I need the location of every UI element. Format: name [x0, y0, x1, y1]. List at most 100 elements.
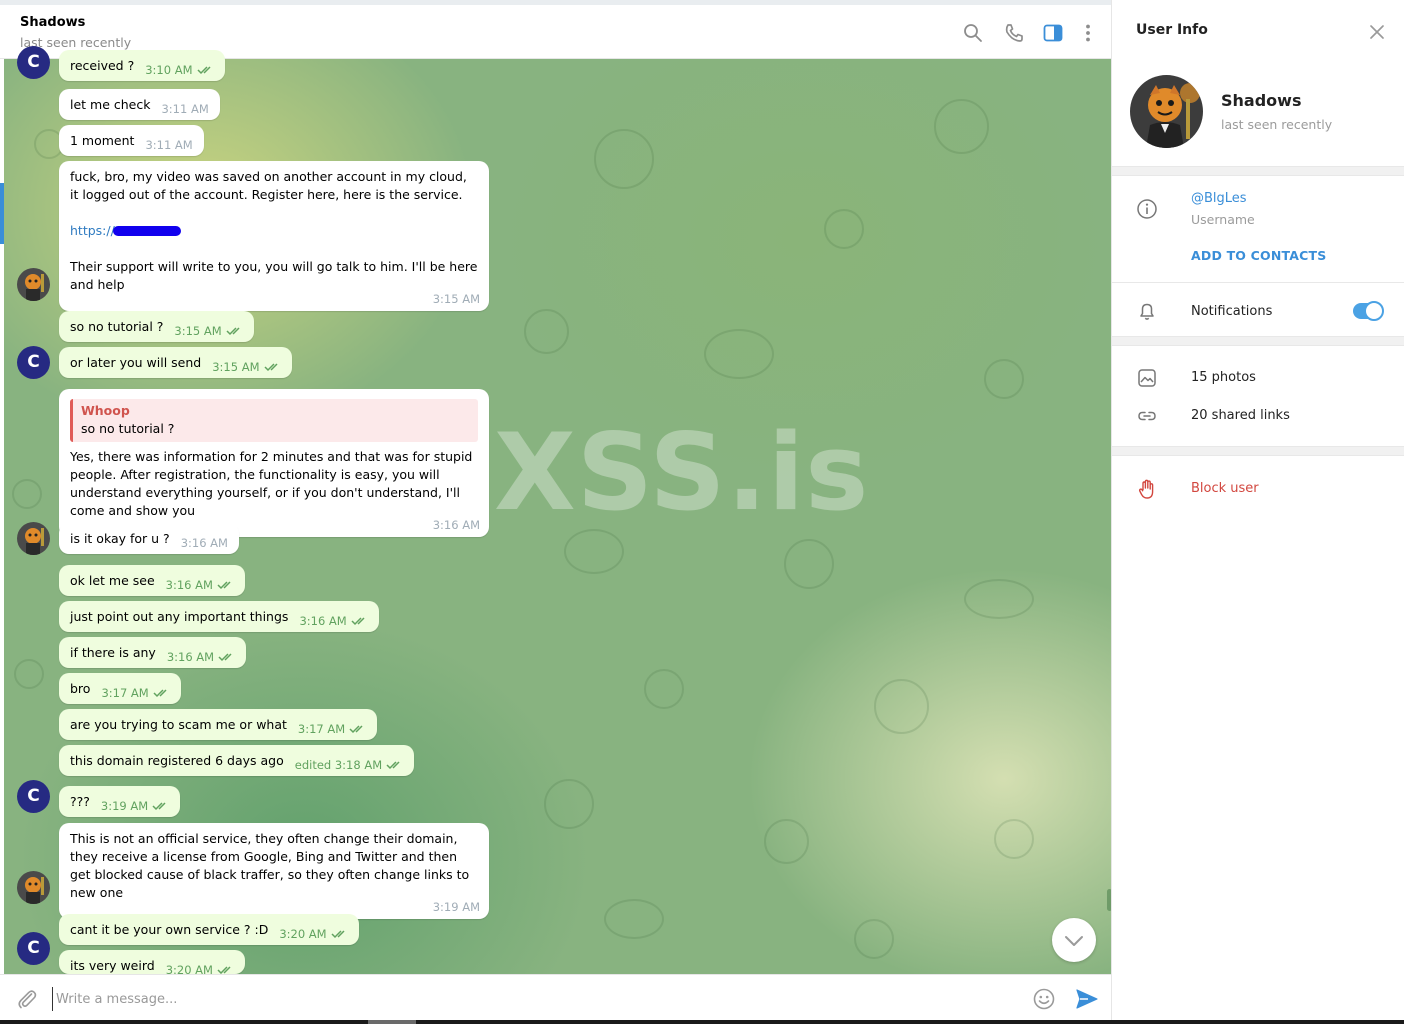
message-time: 3:16 AM	[299, 612, 367, 630]
notifications-toggle[interactable]	[1353, 301, 1384, 321]
message-bubble[interactable]: This is not an official service, they of…	[59, 823, 489, 919]
message-text: this domain registered 6 days ago	[70, 753, 284, 768]
message-link[interactable]: https://	[70, 222, 478, 240]
taskbar-thumb	[368, 1020, 416, 1024]
message-bubble[interactable]: so no tutorial ? 3:15 AM	[59, 311, 254, 342]
message-bubble[interactable]: its very weird 3:20 AM	[59, 950, 245, 974]
message-bubble[interactable]: received ? 3:10 AM	[59, 50, 225, 81]
double-check-icon	[196, 66, 211, 75]
message-time: 3:11 AM	[145, 138, 193, 152]
avatar[interactable]	[17, 871, 50, 904]
panel-title: User Info	[1136, 22, 1208, 38]
message-bubble[interactable]: if there is any 3:16 AM	[59, 637, 247, 668]
message-text: if there is any	[70, 645, 156, 660]
message-bubble[interactable]: Whoop so no tutorial ? Yes, there was in…	[59, 389, 489, 537]
section-divider	[1112, 336, 1404, 346]
message-time: 3:16 AM	[166, 576, 234, 594]
message-text: ok let me see	[70, 573, 155, 588]
message-time: 3:20 AM	[166, 961, 234, 974]
profile-name: Shadows	[1221, 91, 1302, 110]
avatar[interactable]: C	[17, 780, 50, 813]
message-time: 3:19 AM	[432, 900, 480, 914]
username-label: Username	[1191, 212, 1255, 227]
add-to-contacts-button[interactable]: ADD TO CONTACTS	[1191, 248, 1326, 263]
message-text: received ?	[70, 58, 135, 73]
message-bubble[interactable]: bro 3:17 AM	[59, 673, 181, 704]
message-bubble[interactable]: are you trying to scam me or what 3:17 AM	[59, 709, 378, 740]
message-bubble[interactable]: this domain registered 6 days ago edited …	[59, 745, 415, 776]
scroll-to-bottom-button[interactable]	[1052, 918, 1096, 962]
reply-quote[interactable]: Whoop so no tutorial ?	[70, 399, 478, 442]
section-divider	[1112, 446, 1404, 456]
message-time: 3:15 AM	[212, 358, 280, 376]
active-chat-indicator	[0, 183, 4, 244]
message-text: This is not an official service, they of…	[70, 831, 470, 900]
hand-icon	[1138, 479, 1154, 499]
search-icon[interactable]	[962, 22, 984, 44]
username-value[interactable]: @BlgLes	[1191, 191, 1247, 206]
message-time: 3:17 AM	[101, 684, 169, 702]
message-text: fuck, bro, my video was saved on another…	[70, 169, 467, 202]
phone-icon[interactable]	[1003, 22, 1025, 44]
avatar[interactable]	[17, 268, 50, 301]
message-bubble[interactable]: ??? 3:19 AM	[59, 786, 181, 817]
link-icon	[1138, 411, 1156, 421]
message-time: 3:15 AM	[432, 292, 480, 306]
double-check-icon	[217, 581, 231, 590]
sidebar-toggle-icon[interactable]	[1042, 22, 1064, 44]
message-input[interactable]	[52, 987, 1002, 1011]
message-bubble[interactable]: or later you will send 3:15 AM	[59, 347, 292, 378]
photos-link[interactable]: 15 photos	[1191, 370, 1256, 385]
message-bubble[interactable]: just point out any important things 3:16 …	[59, 601, 379, 632]
avatar[interactable]	[17, 522, 50, 555]
reply-quote-author: Whoop	[81, 403, 130, 418]
message-text: let me check	[70, 97, 151, 112]
profile-status: last seen recently	[1221, 117, 1333, 132]
message-time: 3:11 AM	[161, 102, 209, 116]
block-user-button[interactable]: Block user	[1191, 481, 1259, 496]
avatar[interactable]: C	[17, 46, 50, 79]
photo-icon	[1138, 369, 1156, 387]
message-text: are you trying to scam me or what	[70, 717, 287, 732]
avatar[interactable]: C	[17, 346, 50, 379]
message-text: just point out any important things	[70, 609, 289, 624]
watermark-text: XSS.is	[494, 411, 870, 534]
message-bubble[interactable]: is it okay for u ? 3:16 AM	[59, 523, 239, 554]
message-text: so no tutorial ?	[70, 319, 164, 334]
message-text: Their support will write to you, you wil…	[70, 259, 478, 292]
section-divider	[1112, 166, 1404, 176]
message-bubble[interactable]: 1 moment 3:11 AM	[59, 125, 204, 156]
double-check-icon	[153, 689, 167, 698]
double-check-icon	[263, 363, 278, 372]
message-bubble[interactable]: cant it be your own service ? :D 3:20 AM	[59, 914, 359, 945]
redaction-mark	[112, 226, 181, 236]
message-text: bro	[70, 681, 91, 696]
shared-links-link[interactable]: 20 shared links	[1191, 408, 1290, 423]
message-text: 1 moment	[70, 133, 135, 148]
chat-title[interactable]: Shadows	[20, 15, 85, 30]
message-text: its very weird	[70, 958, 155, 973]
message-bubble[interactable]: let me check 3:11 AM	[59, 89, 220, 120]
double-check-icon	[226, 327, 240, 336]
message-time: 3:16 AM	[180, 536, 228, 550]
double-check-icon	[349, 725, 363, 734]
send-icon[interactable]	[1074, 986, 1100, 1012]
more-vertical-icon[interactable]	[1077, 22, 1099, 44]
profile-avatar[interactable]	[1130, 75, 1203, 148]
reply-quote-text: so no tutorial ?	[81, 421, 175, 436]
message-text: ???	[70, 794, 90, 809]
row-divider	[1112, 282, 1404, 283]
double-check-icon	[218, 653, 232, 662]
message-bubble[interactable]: fuck, bro, my video was saved on another…	[59, 161, 489, 311]
emoji-icon[interactable]	[1032, 987, 1056, 1011]
double-check-icon	[217, 966, 231, 974]
message-time: 3:19 AM	[101, 797, 169, 815]
message-bubble[interactable]: ok let me see 3:16 AM	[59, 565, 245, 596]
info-icon	[1137, 199, 1157, 219]
avatar[interactable]: C	[17, 932, 50, 965]
attach-icon[interactable]	[15, 987, 39, 1011]
close-icon[interactable]	[1368, 23, 1386, 41]
bell-icon	[1140, 303, 1154, 320]
message-time: 3:20 AM	[279, 925, 347, 943]
message-time: edited 3:18 AM	[295, 756, 403, 774]
